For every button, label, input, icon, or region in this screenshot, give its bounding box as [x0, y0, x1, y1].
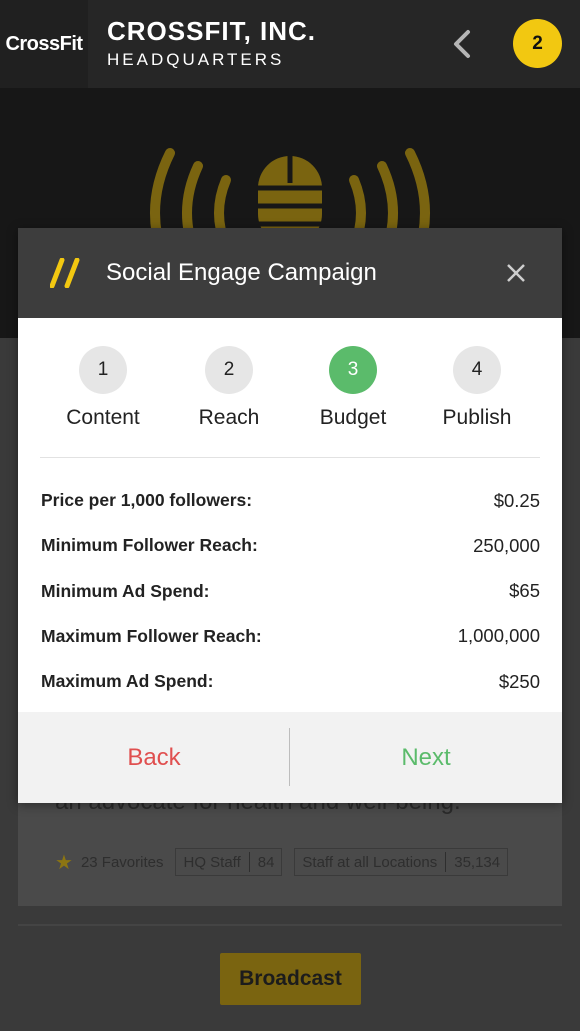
step-number: 3: [329, 346, 377, 394]
step-reach[interactable]: 2 Reach: [164, 346, 294, 430]
step-label: Reach: [198, 406, 260, 429]
step-number: 1: [79, 346, 127, 394]
top-bar: CrossFit CROSSFIT, INC. HEADQUARTERS 2: [0, 0, 580, 88]
steps-divider: [40, 457, 540, 458]
detail-label: Maximum Ad Spend:: [41, 671, 214, 692]
budget-details: Price per 1,000 followers: $0.25 Minimum…: [41, 478, 540, 704]
step-label: Content: [66, 406, 140, 429]
hq-staff-badge[interactable]: HQ Staff 84: [175, 848, 283, 876]
close-icon[interactable]: [506, 263, 526, 283]
organization-subtitle: HEADQUARTERS: [107, 50, 285, 69]
detail-value: $0.25: [493, 489, 540, 511]
step-content[interactable]: 1 Content: [38, 346, 168, 430]
star-icon: ★: [55, 851, 73, 874]
detail-value: 1,000,000: [457, 625, 540, 647]
detail-value: 250,000: [473, 534, 540, 556]
favorites-count: 23 Favorites: [80, 853, 164, 871]
hq-staff-count: 84: [257, 853, 275, 871]
organization-name: CROSSFIT, INC.: [107, 16, 317, 46]
step-indicator: 1 Content 2 Reach 3 Budget 4 Publish: [18, 346, 562, 436]
step-publish[interactable]: 4 Publish: [412, 346, 542, 430]
detail-label: Price per 1,000 followers:: [41, 490, 253, 511]
step-number: 2: [205, 346, 253, 394]
step-budget[interactable]: 3 Budget: [288, 346, 418, 430]
modal-title: Social Engage Campaign: [106, 259, 377, 286]
detail-label: Minimum Follower Reach:: [41, 535, 258, 556]
step-number: 4: [453, 346, 501, 394]
step-label: Publish: [442, 406, 512, 429]
stat-divider: [248, 852, 250, 872]
chevron-left-icon[interactable]: [448, 28, 478, 60]
notification-badge[interactable]: 2: [513, 19, 562, 68]
crossfit-logo: CrossFit: [0, 0, 88, 88]
all-staff-badge[interactable]: Staff at all Locations 35,134: [294, 848, 509, 876]
detail-label: Minimum Ad Spend:: [41, 580, 210, 601]
modal-header: Social Engage Campaign: [18, 228, 562, 318]
detail-row: Maximum Ad Spend: $250: [41, 659, 540, 704]
detail-label: Maximum Follower Reach:: [41, 625, 262, 646]
next-button[interactable]: Next: [290, 712, 562, 803]
detail-row: Maximum Follower Reach: 1,000,000: [41, 614, 540, 659]
stat-divider: [445, 852, 447, 872]
campaign-modal: Social Engage Campaign 1 Content 2 Reach…: [18, 228, 562, 803]
detail-value: $65: [509, 580, 540, 602]
detail-value: $250: [498, 670, 540, 692]
detail-row: Minimum Ad Spend: $65: [41, 569, 540, 614]
detail-row: Minimum Follower Reach: 250,000: [41, 523, 540, 568]
broadcast-button[interactable]: Broadcast: [220, 953, 361, 1005]
all-staff-label: Staff at all Locations: [302, 853, 438, 871]
step-label: Budget: [319, 406, 387, 429]
all-staff-count: 35,134: [454, 853, 501, 871]
double-slash-icon: [50, 258, 80, 288]
back-button[interactable]: Back: [18, 712, 290, 803]
stats-row: ★ 23 Favorites HQ Staff 84 Staff at all …: [55, 848, 509, 876]
modal-footer: Back Next: [18, 712, 562, 803]
detail-row: Price per 1,000 followers: $0.25: [41, 478, 540, 523]
hq-staff-label: HQ Staff: [183, 853, 241, 871]
